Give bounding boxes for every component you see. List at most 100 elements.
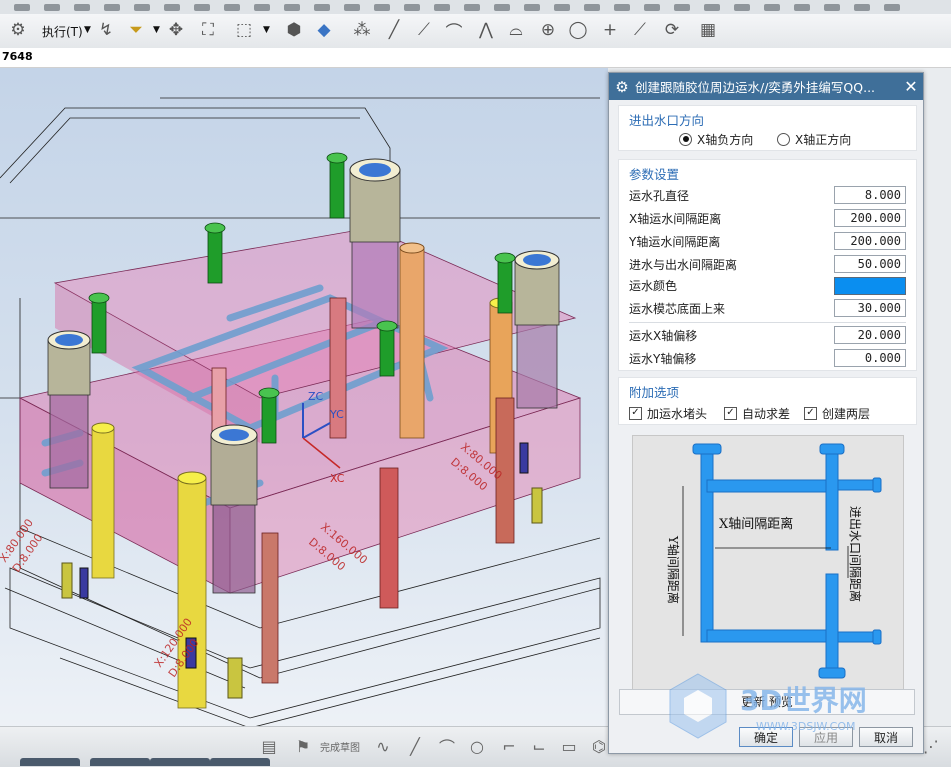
checkbox-two-layers[interactable]: ✓ 创建两层 [804,402,870,424]
checkbox-checked-icon[interactable]: ✓ [629,406,642,420]
chevron-down-icon[interactable]: ▼ [263,25,270,35]
arc-icon[interactable]: ⌒ [436,735,458,757]
snap-icon[interactable]: ↯ [94,18,118,42]
hole-diameter-field[interactable]: 8.000 [834,186,906,204]
checkbox-plug[interactable]: ✓ 加运水堵头 [629,402,707,424]
direction-group: 进出水口方向 X轴负方向 X轴正方向 [618,105,917,151]
3d-viewport[interactable]: X:80.000 D:8.000 X:120.000 D:8.000 X:160… [0,68,608,738]
radio-selected-icon[interactable] [679,132,692,146]
component-icon[interactable]: ⛶ [196,18,220,42]
xc-axis-label: XC [330,472,345,485]
polygon-icon[interactable]: ⌬ [588,735,610,757]
checkbox-checked-icon[interactable]: ✓ [724,406,737,420]
rotate-icon[interactable]: ⟳ [660,18,684,42]
dialog-titlebar[interactable]: ⚙ 创建跟随胶位周边运水//奕勇外挂编写QQ... ✕ [609,73,923,100]
assembly-icon[interactable]: ⚙ [6,18,30,42]
watermark-text: 3D世界网 [740,684,867,717]
checkbox-auto-subtract[interactable]: ✓ 自动求差 [724,402,790,424]
execute-menu[interactable]: 执行(T) [42,23,83,40]
radio-unselected-icon[interactable] [777,132,790,146]
param-row: X轴运水间隔距离 [629,207,721,229]
core-offset-field[interactable]: 30.000 [834,299,906,317]
param-row: 运水孔直径 [629,184,689,206]
y-offset-field[interactable]: 0.000 [834,349,906,367]
param-label: X轴运水间隔距离 [629,211,722,226]
param-label: 运水Y轴偏移 [629,351,697,366]
extra-options-group: 附加选项 ✓ 加运水堵头 ✓ 自动求差 ✓ 创建两层 [618,377,917,425]
filter-icon[interactable]: ⏷ [124,18,148,42]
scatter-icon[interactable]: ⁂ [350,18,374,42]
param-label: 进水与出水间隔距离 [629,257,738,272]
close-icon[interactable]: ✕ [899,77,923,96]
direction-heading: 进出水口方向 [629,113,705,128]
radio-x-negative[interactable]: X轴负方向 [679,128,753,150]
line-icon[interactable]: ╱ [382,18,406,42]
param-row: 运水Y轴偏移 [629,347,696,369]
inout-spacing-field[interactable]: 50.000 [834,255,906,273]
main-toolbar: ⚙ 执行(T) ▼ ↯ ⏷ ▼ ✥ ⛶ ⬚ ▼ ⬢ ◆ ⁂ ╱ ⟋ ⌒ ⋀ ⌓ … [0,14,951,49]
rectangle-icon[interactable]: ▭ [558,735,580,757]
chevron-down-icon[interactable]: ▼ [84,25,91,35]
y-spacing-label: Y轴间隔距离 [666,535,681,604]
fillet-icon[interactable]: ⌓ [504,18,528,42]
checkbox-plug-label: 加运水堵头 [647,406,708,421]
x-offset-field[interactable]: 20.000 [834,326,906,344]
profile-icon[interactable]: ∿ [372,735,394,757]
line-icon[interactable]: ⟋ [412,18,436,42]
arc-icon[interactable]: ⌒ [442,18,466,43]
select-box-icon[interactable]: ⬚ [232,18,256,42]
flag-icon[interactable]: ⚑ [292,735,314,757]
y-spacing-field[interactable]: 200.000 [834,232,906,250]
radio-x-positive[interactable]: X轴正方向 [777,128,851,150]
line-icon[interactable]: ╱ [404,735,426,757]
param-label: 运水颜色 [629,278,678,293]
dialog-title: 创建跟随胶位周边运水//奕勇外挂编写QQ... [635,80,876,95]
divider [629,322,906,323]
chevron-down-icon[interactable]: ▼ [153,25,160,35]
param-label: 运水X轴偏移 [629,328,698,343]
param-row: 运水颜色 [629,274,677,296]
point-icon[interactable]: ✥ [164,18,188,42]
mold-model: X:80.000 D:8.000 X:120.000 D:8.000 X:160… [0,97,601,729]
radio-x-negative-label: X轴负方向 [697,132,754,147]
param-row: 进水与出水间隔距离 [629,253,737,275]
params-heading: 参数设置 [629,167,680,182]
watermark-url: WWW.3DSJW.COM [756,720,856,733]
x-spacing-label: X轴间隔距离 [719,516,793,532]
x-spacing-field[interactable]: 200.000 [834,209,906,227]
finish-sketch-button[interactable]: 完成草图 [320,739,360,754]
circle-icon[interactable]: ○ [466,735,488,757]
coordinate-value: 7648 [2,50,33,63]
params-group: 参数设置 运水孔直径 8.000 X轴运水间隔距离 200.000 Y轴运水间隔… [618,159,917,371]
cube-icon[interactable]: ◆ [312,18,336,42]
zc-axis-label: ZC [308,390,324,403]
param-row: 运水模芯底面上来 [629,297,725,319]
slash-icon[interactable]: ⟋ [628,18,652,42]
site-watermark: 3D世界网 WWW.3DSJW.COM [660,668,940,746]
param-label: Y轴运水间隔距离 [629,234,721,249]
param-label: 运水模芯底面上来 [629,301,726,316]
checkbox-two-layers-label: 创建两层 [822,406,871,421]
gear-icon: ⚙ [615,77,629,96]
inout-spacing-label: 进出水口间隔距离 [848,506,863,602]
circle-icon[interactable]: ⊕ [536,18,560,42]
ring-icon[interactable]: ◯ [566,18,590,42]
checkbox-checked-icon[interactable]: ✓ [804,406,817,420]
radio-x-positive-label: X轴正方向 [795,132,852,147]
polyline-icon[interactable]: ⋀ [474,18,498,42]
extra-heading: 附加选项 [629,385,680,400]
plus-icon[interactable]: + [598,18,622,42]
coordinate-readout: 7648 [0,48,951,68]
param-row: Y轴运水间隔距离 [629,230,720,252]
fillet-icon[interactable]: ⌐ [498,735,520,757]
box-icon[interactable]: ⬢ [282,18,306,42]
top-menu-strip [0,0,951,15]
chamfer-icon[interactable]: ⌙ [528,735,550,757]
grid-icon[interactable]: ▦ [696,18,720,42]
water-color-swatch[interactable] [834,277,906,295]
channel-preview-image: X轴间隔距离 Y轴间隔距离 进出水口间隔距离 [632,435,904,693]
param-row: 运水X轴偏移 [629,324,697,346]
param-label: 运水孔直径 [629,188,690,203]
sketch-icon[interactable]: ▤ [258,735,280,757]
yc-axis-label: YC [329,408,344,421]
